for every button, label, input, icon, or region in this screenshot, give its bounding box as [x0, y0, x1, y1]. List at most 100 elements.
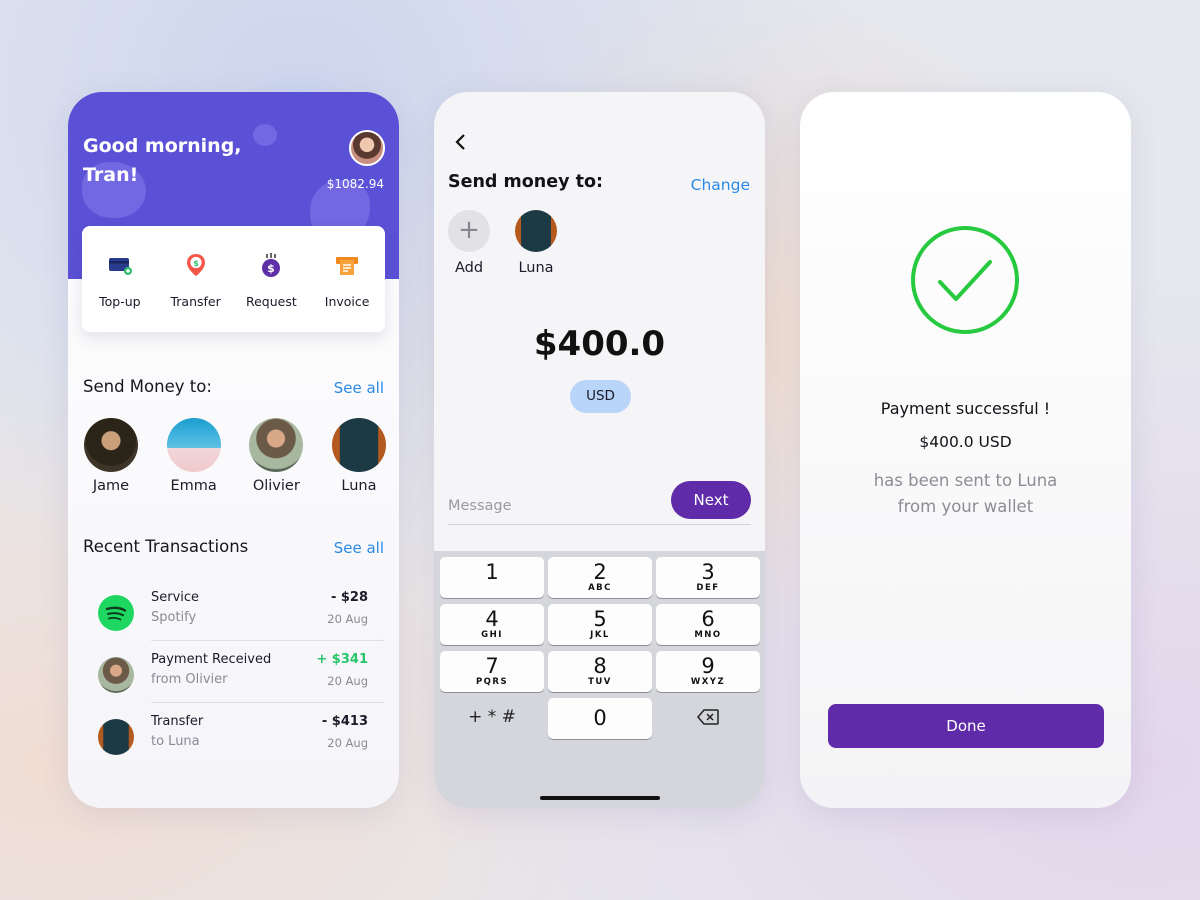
key-letters: TUV: [588, 677, 612, 687]
key-letters: ABC: [588, 583, 612, 593]
transaction-date: 20 Aug: [327, 674, 368, 688]
key-digit: 2: [593, 560, 607, 584]
transfer-action[interactable]: $ Transfer: [158, 226, 234, 332]
home-indicator: [540, 796, 660, 800]
key-letters: MNO: [694, 630, 722, 640]
contact-name: Olivier: [252, 478, 300, 494]
message-input[interactable]: Message: [448, 498, 512, 514]
transaction-amount: - $413: [321, 714, 368, 729]
message-underline: [448, 524, 751, 525]
key-digit: 8: [593, 654, 607, 678]
add-label: Add: [454, 260, 484, 276]
send-see-all-link[interactable]: See all: [334, 379, 384, 397]
transaction-title: Payment Received: [151, 652, 272, 667]
contact-olivier[interactable]: Olivier: [245, 418, 307, 494]
transaction-row[interactable]: Service Spotify - $28 20 Aug: [96, 579, 384, 641]
success-amount: $400.0 USD: [919, 433, 1012, 451]
request-action[interactable]: $ Request: [234, 226, 310, 332]
recent-transactions-title: Recent Transactions: [83, 537, 249, 556]
key-6[interactable]: 6 MNO: [656, 604, 760, 645]
request-label: Request: [245, 294, 297, 309]
amount-display: $400.0: [533, 324, 666, 364]
dollar-pin-icon: $: [183, 252, 209, 278]
key-letters: GHI: [481, 630, 503, 640]
success-check-icon: [910, 225, 1020, 335]
key-letters: PQRS: [475, 677, 509, 687]
key-digit: 4: [485, 607, 499, 631]
svg-text:$: $: [268, 262, 276, 275]
key-digit: 5: [593, 607, 607, 631]
key-0[interactable]: 0: [548, 698, 652, 739]
done-button[interactable]: Done: [828, 704, 1104, 748]
avatar: [331, 418, 386, 472]
card-add-icon: [107, 252, 133, 278]
key-letters: WXYZ: [690, 677, 726, 687]
transaction-title: Transfer: [151, 714, 204, 729]
topup-action[interactable]: Top-up: [82, 226, 158, 332]
contact-jame[interactable]: Jame: [80, 418, 142, 494]
transaction-subtitle: Spotify: [151, 610, 197, 625]
recipient-avatar[interactable]: [515, 210, 557, 252]
contact-emma[interactable]: Emma: [163, 418, 225, 494]
send-money-screen: Send money to: Change + Add Luna $400.0 …: [434, 92, 765, 808]
svg-text:$: $: [193, 259, 199, 268]
success-title: Payment successful !: [880, 399, 1051, 418]
balance-text: $1082.94: [326, 177, 384, 191]
key-5[interactable]: 5 JKL: [548, 604, 652, 645]
profile-avatar[interactable]: [349, 130, 385, 166]
recent-see-all-link[interactable]: See all: [334, 539, 384, 557]
key-8[interactable]: 8 TUV: [548, 651, 652, 692]
back-chevron-icon[interactable]: [454, 134, 468, 150]
backspace-icon[interactable]: [656, 709, 760, 730]
key-digit: 9: [701, 654, 715, 678]
key-2[interactable]: 2 ABC: [548, 557, 652, 598]
transaction-subtitle: from Olivier: [151, 672, 228, 687]
topup-label: Top-up: [99, 294, 141, 309]
transaction-date: 20 Aug: [327, 736, 368, 750]
quick-actions-card: Top-up $ Transfer $ Request Invoice: [82, 226, 385, 332]
contact-name: Luna: [341, 478, 377, 494]
recipient-name: Luna: [518, 260, 554, 276]
home-screen: Good morning, Tran! $1082.94 Top-up $ Tr…: [68, 92, 399, 808]
transaction-row[interactable]: Payment Received from Olivier + $341 20 …: [96, 641, 384, 703]
add-recipient-button[interactable]: +: [448, 210, 490, 252]
send-money-title: Send money to:: [448, 172, 604, 192]
success-note: has been sent to Luna from your wallet: [800, 468, 1131, 520]
transaction-row[interactable]: Transfer to Luna - $413 20 Aug: [96, 703, 384, 765]
key-7[interactable]: 7 PQRS: [440, 651, 544, 692]
dollar-coin-icon: $: [258, 252, 284, 278]
transaction-date: 20 Aug: [327, 612, 368, 626]
avatar: [98, 657, 134, 693]
contact-name: Emma: [170, 478, 217, 494]
key-3[interactable]: 3 DEF: [656, 557, 760, 598]
payment-success-screen: Payment successful ! $400.0 USD has been…: [800, 92, 1131, 808]
avatar: [249, 418, 304, 472]
key-letters: JKL: [590, 630, 610, 640]
invoice-action[interactable]: Invoice: [309, 226, 385, 332]
key-1[interactable]: 1: [440, 557, 544, 598]
transaction-subtitle: to Luna: [151, 734, 200, 749]
numeric-keypad: 1 2 ABC 3 DEF 4 GHI 5 JKL 6 MNO 7 PQRS 8: [434, 551, 765, 808]
invoice-label: Invoice: [324, 294, 370, 309]
key-digit: 6: [701, 607, 715, 631]
key-digit: 1: [485, 560, 499, 584]
key-9[interactable]: 9 WXYZ: [656, 651, 760, 692]
avatar: [98, 719, 134, 755]
key-digit: 7: [485, 654, 499, 678]
key-symbols[interactable]: + * #: [440, 707, 544, 727]
currency-selector[interactable]: USD: [570, 380, 631, 413]
send-money-title: Send Money to:: [83, 377, 212, 396]
transaction-amount: + $341: [316, 652, 368, 667]
greeting-text: Good morning, Tran!: [83, 135, 242, 186]
key-letters: DEF: [696, 583, 720, 593]
success-note-line: from your wallet: [897, 497, 1034, 516]
change-link[interactable]: Change: [691, 176, 750, 194]
transaction-amount: - $28: [330, 590, 368, 605]
key-digit: 3: [701, 560, 715, 584]
key-4[interactable]: 4 GHI: [440, 604, 544, 645]
receipt-icon: [334, 252, 360, 278]
contacts-row: Jame Emma Olivier Luna: [80, 418, 390, 494]
contact-luna[interactable]: Luna: [328, 418, 390, 494]
plus-icon: +: [458, 215, 480, 245]
next-button[interactable]: Next: [671, 481, 751, 519]
